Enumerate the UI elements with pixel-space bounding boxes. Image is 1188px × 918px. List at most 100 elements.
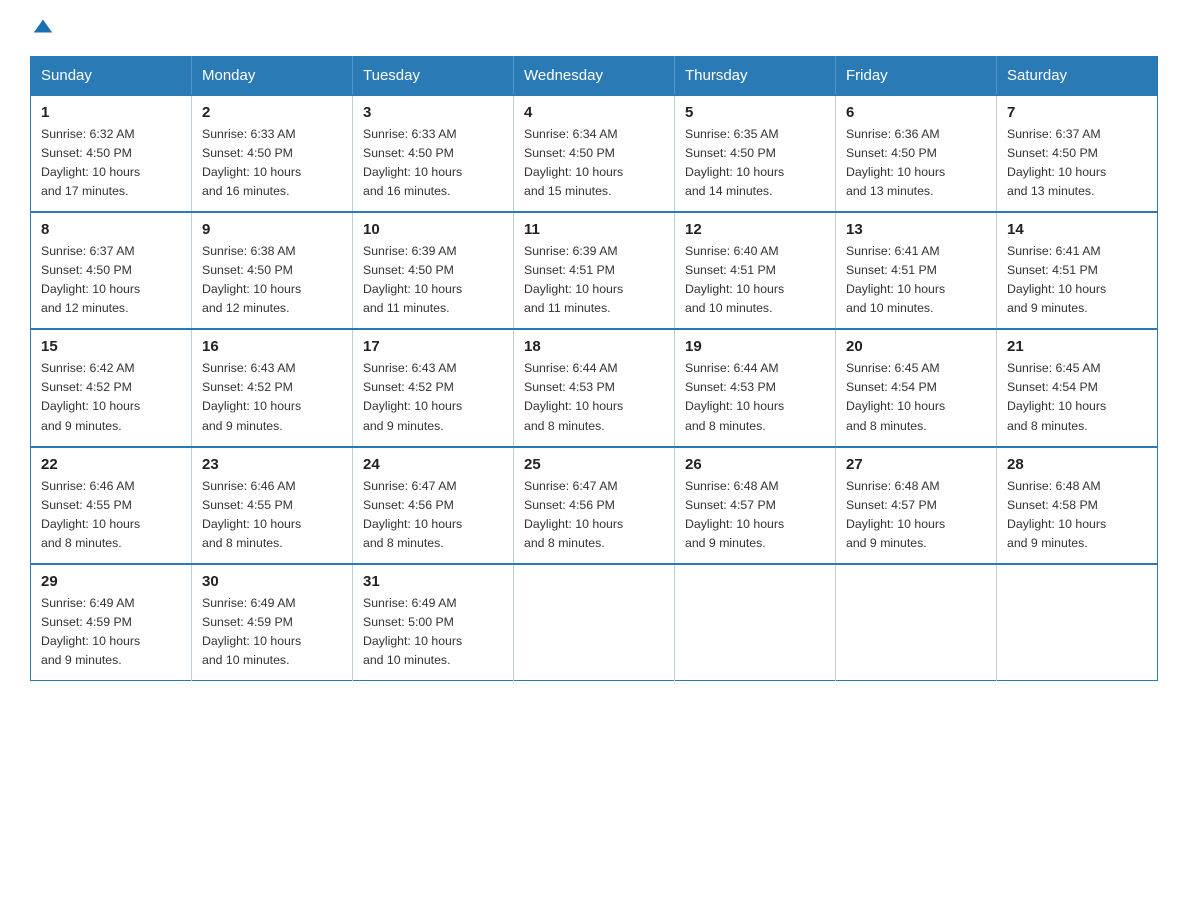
- day-info: Sunrise: 6:39 AMSunset: 4:51 PMDaylight:…: [524, 242, 664, 318]
- logo: [30, 20, 54, 38]
- day-info: Sunrise: 6:45 AMSunset: 4:54 PMDaylight:…: [1007, 359, 1147, 435]
- day-info: Sunrise: 6:42 AMSunset: 4:52 PMDaylight:…: [41, 359, 181, 435]
- day-number: 17: [363, 338, 503, 355]
- calendar-cell: 20 Sunrise: 6:45 AMSunset: 4:54 PMDaylig…: [836, 329, 997, 446]
- day-info: Sunrise: 6:36 AMSunset: 4:50 PMDaylight:…: [846, 125, 986, 201]
- day-number: 27: [846, 456, 986, 473]
- calendar-cell: 24 Sunrise: 6:47 AMSunset: 4:56 PMDaylig…: [353, 447, 514, 564]
- calendar-cell: 4 Sunrise: 6:34 AMSunset: 4:50 PMDayligh…: [514, 95, 675, 212]
- calendar-week-3: 15 Sunrise: 6:42 AMSunset: 4:52 PMDaylig…: [31, 329, 1158, 446]
- calendar-cell: 30 Sunrise: 6:49 AMSunset: 4:59 PMDaylig…: [192, 564, 353, 681]
- calendar-cell: [514, 564, 675, 681]
- day-info: Sunrise: 6:33 AMSunset: 4:50 PMDaylight:…: [363, 125, 503, 201]
- calendar-cell: 23 Sunrise: 6:46 AMSunset: 4:55 PMDaylig…: [192, 447, 353, 564]
- day-number: 12: [685, 221, 825, 238]
- calendar-cell: 11 Sunrise: 6:39 AMSunset: 4:51 PMDaylig…: [514, 212, 675, 329]
- calendar-header-row: SundayMondayTuesdayWednesdayThursdayFrid…: [31, 57, 1158, 96]
- day-number: 19: [685, 338, 825, 355]
- day-info: Sunrise: 6:39 AMSunset: 4:50 PMDaylight:…: [363, 242, 503, 318]
- day-info: Sunrise: 6:49 AMSunset: 4:59 PMDaylight:…: [41, 594, 181, 670]
- day-info: Sunrise: 6:45 AMSunset: 4:54 PMDaylight:…: [846, 359, 986, 435]
- day-info: Sunrise: 6:32 AMSunset: 4:50 PMDaylight:…: [41, 125, 181, 201]
- calendar-cell: 14 Sunrise: 6:41 AMSunset: 4:51 PMDaylig…: [997, 212, 1158, 329]
- day-number: 9: [202, 221, 342, 238]
- day-info: Sunrise: 6:38 AMSunset: 4:50 PMDaylight:…: [202, 242, 342, 318]
- calendar-cell: 26 Sunrise: 6:48 AMSunset: 4:57 PMDaylig…: [675, 447, 836, 564]
- day-info: Sunrise: 6:47 AMSunset: 4:56 PMDaylight:…: [363, 477, 503, 553]
- day-info: Sunrise: 6:48 AMSunset: 4:57 PMDaylight:…: [846, 477, 986, 553]
- calendar-cell: 6 Sunrise: 6:36 AMSunset: 4:50 PMDayligh…: [836, 95, 997, 212]
- day-number: 23: [202, 456, 342, 473]
- day-number: 31: [363, 573, 503, 590]
- calendar-cell: 16 Sunrise: 6:43 AMSunset: 4:52 PMDaylig…: [192, 329, 353, 446]
- day-number: 1: [41, 104, 181, 121]
- day-info: Sunrise: 6:48 AMSunset: 4:58 PMDaylight:…: [1007, 477, 1147, 553]
- calendar-cell: 18 Sunrise: 6:44 AMSunset: 4:53 PMDaylig…: [514, 329, 675, 446]
- calendar-cell: 8 Sunrise: 6:37 AMSunset: 4:50 PMDayligh…: [31, 212, 192, 329]
- day-of-week-thursday: Thursday: [675, 57, 836, 96]
- calendar-week-2: 8 Sunrise: 6:37 AMSunset: 4:50 PMDayligh…: [31, 212, 1158, 329]
- day-number: 25: [524, 456, 664, 473]
- calendar-cell: 17 Sunrise: 6:43 AMSunset: 4:52 PMDaylig…: [353, 329, 514, 446]
- calendar-cell: 19 Sunrise: 6:44 AMSunset: 4:53 PMDaylig…: [675, 329, 836, 446]
- day-number: 28: [1007, 456, 1147, 473]
- day-number: 14: [1007, 221, 1147, 238]
- day-number: 13: [846, 221, 986, 238]
- calendar-cell: 15 Sunrise: 6:42 AMSunset: 4:52 PMDaylig…: [31, 329, 192, 446]
- calendar-cell: [997, 564, 1158, 681]
- calendar-cell: 3 Sunrise: 6:33 AMSunset: 4:50 PMDayligh…: [353, 95, 514, 212]
- day-number: 15: [41, 338, 181, 355]
- calendar-cell: 1 Sunrise: 6:32 AMSunset: 4:50 PMDayligh…: [31, 95, 192, 212]
- calendar-cell: [675, 564, 836, 681]
- calendar-week-4: 22 Sunrise: 6:46 AMSunset: 4:55 PMDaylig…: [31, 447, 1158, 564]
- day-number: 11: [524, 221, 664, 238]
- day-info: Sunrise: 6:43 AMSunset: 4:52 PMDaylight:…: [363, 359, 503, 435]
- day-info: Sunrise: 6:41 AMSunset: 4:51 PMDaylight:…: [846, 242, 986, 318]
- day-number: 26: [685, 456, 825, 473]
- day-info: Sunrise: 6:33 AMSunset: 4:50 PMDaylight:…: [202, 125, 342, 201]
- day-number: 8: [41, 221, 181, 238]
- calendar-cell: 25 Sunrise: 6:47 AMSunset: 4:56 PMDaylig…: [514, 447, 675, 564]
- logo-icon: [32, 16, 54, 38]
- day-number: 21: [1007, 338, 1147, 355]
- day-info: Sunrise: 6:41 AMSunset: 4:51 PMDaylight:…: [1007, 242, 1147, 318]
- calendar-cell: 9 Sunrise: 6:38 AMSunset: 4:50 PMDayligh…: [192, 212, 353, 329]
- day-number: 30: [202, 573, 342, 590]
- day-of-week-monday: Monday: [192, 57, 353, 96]
- day-info: Sunrise: 6:46 AMSunset: 4:55 PMDaylight:…: [202, 477, 342, 553]
- calendar-cell: 5 Sunrise: 6:35 AMSunset: 4:50 PMDayligh…: [675, 95, 836, 212]
- calendar-table: SundayMondayTuesdayWednesdayThursdayFrid…: [30, 56, 1158, 681]
- calendar-week-1: 1 Sunrise: 6:32 AMSunset: 4:50 PMDayligh…: [31, 95, 1158, 212]
- day-number: 18: [524, 338, 664, 355]
- day-of-week-wednesday: Wednesday: [514, 57, 675, 96]
- day-of-week-saturday: Saturday: [997, 57, 1158, 96]
- day-number: 3: [363, 104, 503, 121]
- day-number: 2: [202, 104, 342, 121]
- day-info: Sunrise: 6:47 AMSunset: 4:56 PMDaylight:…: [524, 477, 664, 553]
- calendar-cell: 21 Sunrise: 6:45 AMSunset: 4:54 PMDaylig…: [997, 329, 1158, 446]
- calendar-week-5: 29 Sunrise: 6:49 AMSunset: 4:59 PMDaylig…: [31, 564, 1158, 681]
- calendar-cell: 12 Sunrise: 6:40 AMSunset: 4:51 PMDaylig…: [675, 212, 836, 329]
- day-info: Sunrise: 6:43 AMSunset: 4:52 PMDaylight:…: [202, 359, 342, 435]
- calendar-cell: 7 Sunrise: 6:37 AMSunset: 4:50 PMDayligh…: [997, 95, 1158, 212]
- day-info: Sunrise: 6:44 AMSunset: 4:53 PMDaylight:…: [685, 359, 825, 435]
- calendar-cell: [836, 564, 997, 681]
- day-info: Sunrise: 6:34 AMSunset: 4:50 PMDaylight:…: [524, 125, 664, 201]
- day-number: 24: [363, 456, 503, 473]
- day-info: Sunrise: 6:37 AMSunset: 4:50 PMDaylight:…: [1007, 125, 1147, 201]
- calendar-cell: 22 Sunrise: 6:46 AMSunset: 4:55 PMDaylig…: [31, 447, 192, 564]
- calendar-cell: 2 Sunrise: 6:33 AMSunset: 4:50 PMDayligh…: [192, 95, 353, 212]
- day-number: 22: [41, 456, 181, 473]
- day-info: Sunrise: 6:49 AMSunset: 4:59 PMDaylight:…: [202, 594, 342, 670]
- day-of-week-sunday: Sunday: [31, 57, 192, 96]
- day-info: Sunrise: 6:44 AMSunset: 4:53 PMDaylight:…: [524, 359, 664, 435]
- day-number: 16: [202, 338, 342, 355]
- day-number: 6: [846, 104, 986, 121]
- day-info: Sunrise: 6:48 AMSunset: 4:57 PMDaylight:…: [685, 477, 825, 553]
- calendar-cell: 13 Sunrise: 6:41 AMSunset: 4:51 PMDaylig…: [836, 212, 997, 329]
- day-number: 29: [41, 573, 181, 590]
- calendar-cell: 10 Sunrise: 6:39 AMSunset: 4:50 PMDaylig…: [353, 212, 514, 329]
- day-of-week-tuesday: Tuesday: [353, 57, 514, 96]
- calendar-cell: 28 Sunrise: 6:48 AMSunset: 4:58 PMDaylig…: [997, 447, 1158, 564]
- calendar-cell: 27 Sunrise: 6:48 AMSunset: 4:57 PMDaylig…: [836, 447, 997, 564]
